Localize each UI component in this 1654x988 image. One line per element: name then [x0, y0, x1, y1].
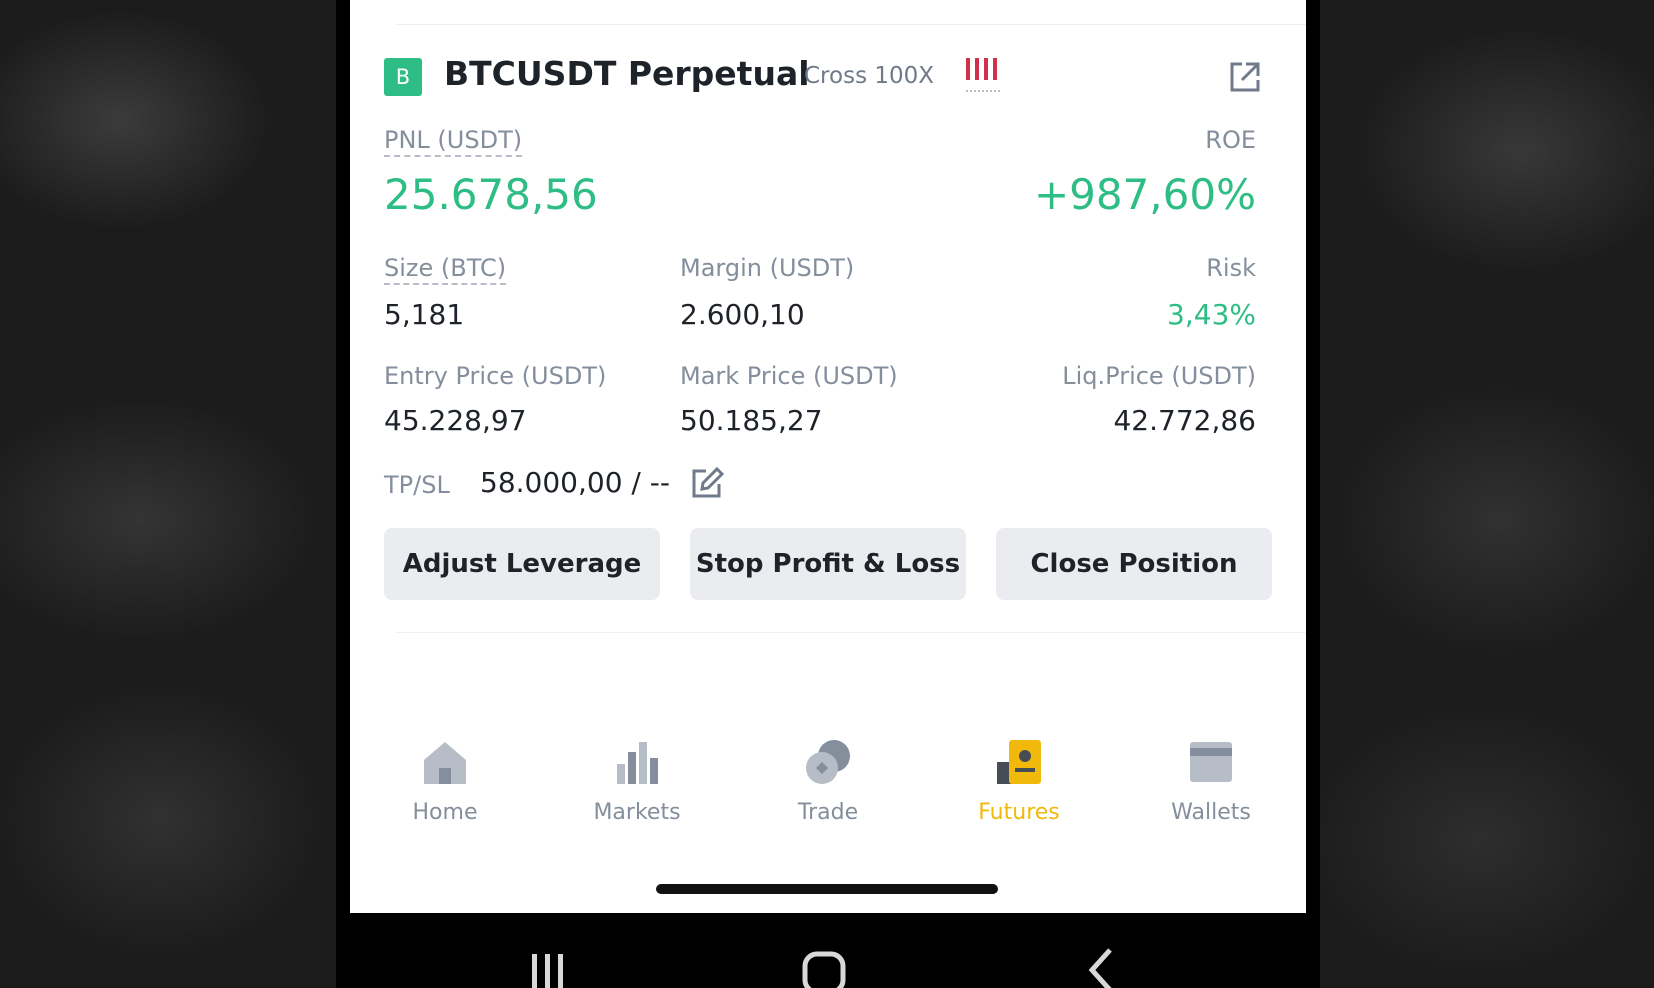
risk-level-icon	[966, 58, 997, 80]
share-icon[interactable]	[1228, 60, 1262, 94]
nav-item-trade[interactable]: Trade	[758, 738, 898, 825]
size-value: 5,181	[384, 298, 465, 331]
tpsl-label: TP/SL	[384, 471, 450, 499]
liq-price-value: 42.772,86	[1113, 404, 1256, 437]
divider	[396, 24, 1306, 25]
app-screen: B BTCUSDT Perpetual Cross 100X PNL (USDT…	[350, 0, 1306, 913]
back-icon[interactable]	[1084, 942, 1118, 988]
nav-label: Home	[412, 800, 478, 825]
risk-value: 3,43%	[1167, 298, 1256, 331]
adjust-leverage-button[interactable]: Adjust Leverage	[384, 528, 660, 600]
risk-level-dots	[966, 90, 1000, 92]
margin-mode-leverage[interactable]: Cross 100X	[804, 63, 934, 89]
nav-label: Trade	[797, 800, 859, 825]
roe-value: +987,60%	[1033, 170, 1256, 219]
divider	[396, 632, 1306, 633]
symbol-badge: B	[384, 58, 422, 96]
recent-apps-icon[interactable]	[528, 942, 568, 988]
home-icon	[424, 742, 466, 784]
margin-value: 2.600,10	[680, 298, 805, 331]
symbol-title[interactable]: BTCUSDT Perpetual	[444, 54, 810, 93]
nav-label: Futures	[978, 800, 1060, 825]
edit-icon[interactable]	[690, 466, 724, 500]
home-indicator[interactable]	[656, 884, 998, 894]
mark-price-label: Mark Price (USDT)	[680, 362, 898, 390]
mark-price-value: 50.185,27	[680, 404, 823, 437]
liq-price-label: Liq.Price (USDT)	[1062, 362, 1256, 390]
margin-label: Margin (USDT)	[680, 254, 855, 282]
wallet-icon	[1190, 742, 1232, 782]
pnl-label[interactable]: PNL (USDT)	[384, 126, 523, 157]
size-label[interactable]: Size (BTC)	[384, 254, 507, 285]
home-button-icon[interactable]	[800, 942, 848, 988]
risk-label: Risk	[1206, 254, 1256, 282]
roe-label: ROE	[1205, 126, 1256, 154]
nav-label: Markets	[593, 800, 681, 825]
tpsl-value: 58.000,00 / --	[480, 466, 670, 499]
trade-coins-icon	[806, 740, 850, 784]
nav-label: Wallets	[1171, 800, 1251, 825]
close-position-button[interactable]: Close Position	[996, 528, 1272, 600]
nav-item-markets[interactable]: Markets	[567, 738, 707, 825]
entry-price-label: Entry Price (USDT)	[384, 362, 607, 390]
entry-price-value: 45.228,97	[384, 404, 527, 437]
stop-profit-loss-button[interactable]: Stop Profit & Loss	[690, 528, 966, 600]
pnl-value: 25.678,56	[384, 170, 598, 219]
nav-item-futures[interactable]: Futures	[949, 738, 1089, 825]
nav-item-wallets[interactable]: Wallets	[1141, 738, 1281, 825]
nav-item-home[interactable]: Home	[375, 738, 515, 825]
futures-icon	[997, 740, 1041, 784]
bar-chart-icon	[617, 742, 658, 784]
